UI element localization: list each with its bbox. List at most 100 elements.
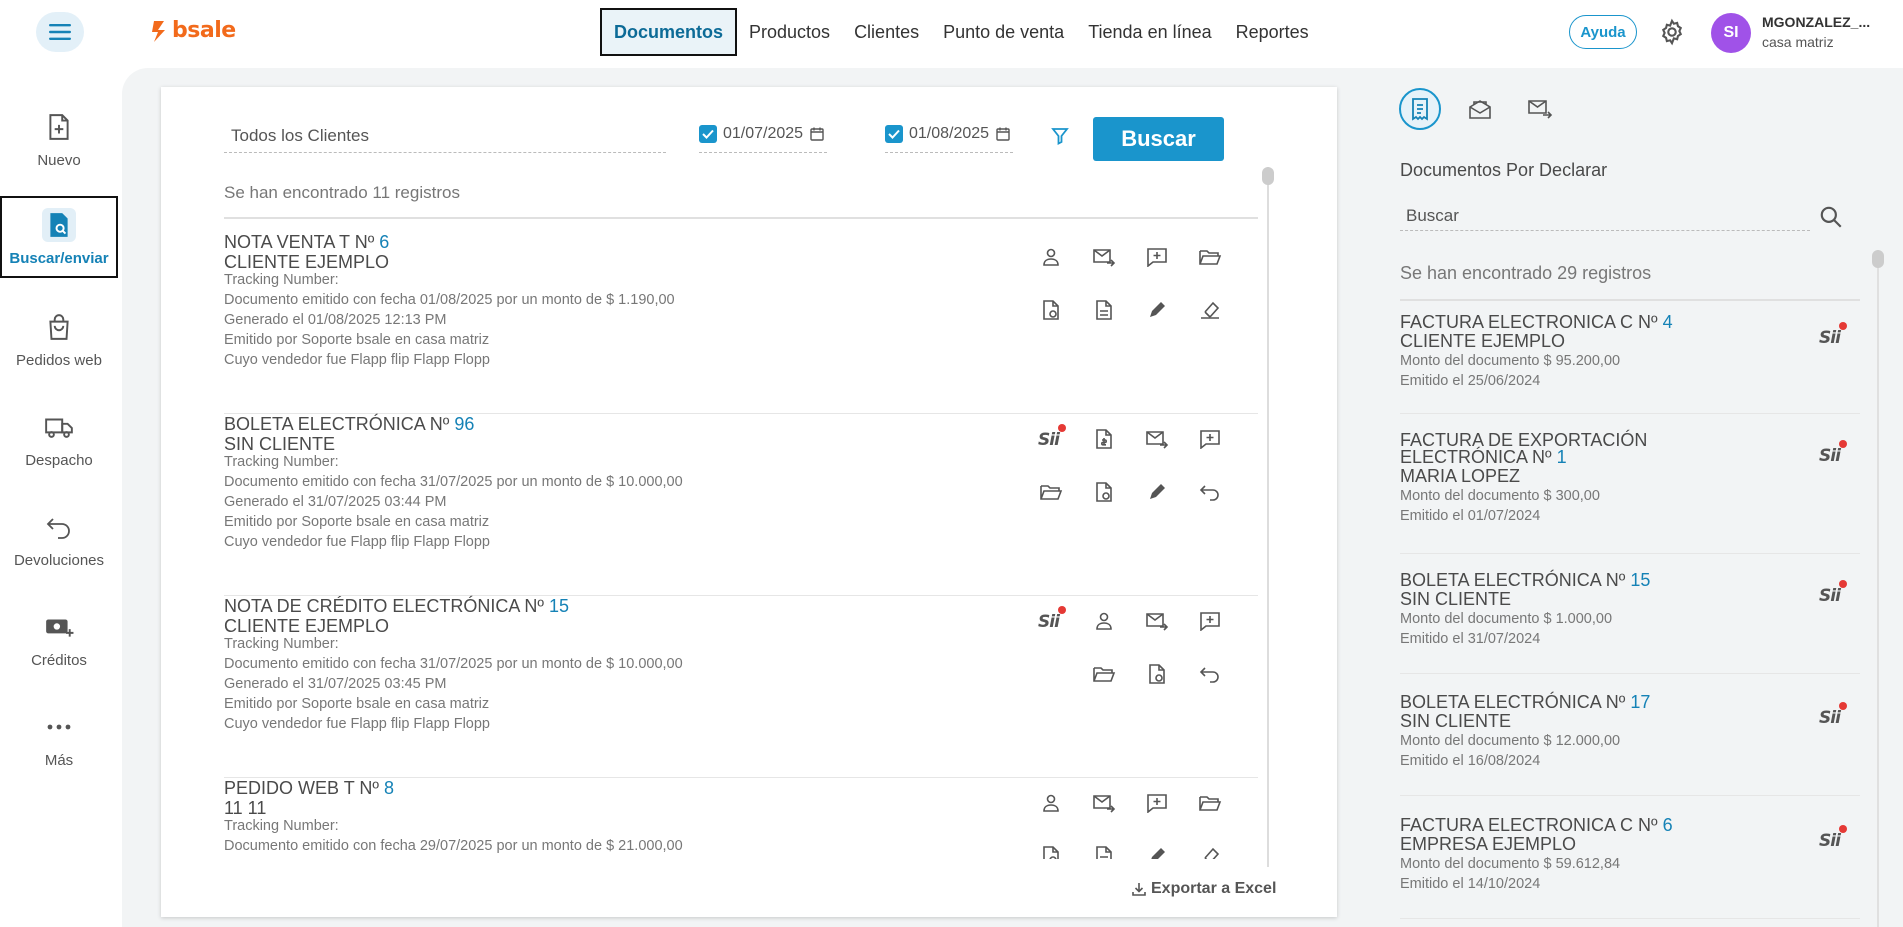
folder-open-icon — [1199, 796, 1222, 811]
open-folder-action[interactable] — [1087, 657, 1121, 691]
client-action[interactable] — [1034, 786, 1068, 820]
right-panel-scrollbar-track[interactable] — [1877, 250, 1879, 927]
sidebar-item-nuevo[interactable]: Nuevo — [0, 98, 118, 180]
document-row[interactable]: NOTA DE CRÉDITO ELECTRÓNICA Nº 15 CLIENT… — [224, 596, 1258, 778]
item-date: Emitido el 01/07/2024 — [1400, 508, 1541, 524]
sidebar-item-label: Pedidos web — [16, 351, 102, 369]
sii-status-action[interactable]: Sii — [1815, 823, 1849, 853]
documents-to-declare-list[interactable]: FACTURA ELECTRONICA C Nº 4 CLIENTE EJEMP… — [1400, 304, 1860, 927]
add-note-action[interactable] — [1193, 604, 1227, 638]
sii-status-action[interactable]: Sii — [1815, 700, 1849, 730]
tab-mail-inbox[interactable] — [1459, 88, 1501, 130]
add-note-action[interactable] — [1193, 422, 1227, 456]
document-client: CLIENTE EJEMPLO — [224, 616, 390, 636]
list-scrollbar-thumb[interactable] — [1262, 167, 1274, 185]
nav-punto-de-venta[interactable]: Punto de venta — [931, 8, 1076, 56]
sidebar-item-creditos[interactable]: Créditos — [0, 598, 118, 680]
sidebar-item-pedidos-web[interactable]: Pedidos web — [0, 298, 118, 380]
document-row[interactable]: NOTA VENTA T Nº 6 CLIENTE EJEMPLO Tracki… — [224, 232, 1258, 414]
sidebar-item-devoluciones[interactable]: Devoluciones — [0, 498, 118, 580]
nav-documentos[interactable]: Documentos — [600, 8, 738, 56]
item-amount: Monto del documento $ 59.612,84 — [1400, 856, 1621, 872]
nav-clientes[interactable]: Clientes — [842, 8, 931, 56]
nav-reportes[interactable]: Reportes — [1224, 8, 1321, 56]
sidebar-item-label: Más — [44, 751, 74, 769]
list-item[interactable]: FACTURA ELECTRONICA C Nº 6 EMPRESA EJEMP… — [1400, 816, 1860, 919]
avatar[interactable]: SI — [1711, 13, 1751, 53]
send-email-action[interactable] — [1140, 422, 1174, 456]
list-item[interactable]: FACTURA ELECTRONICA C Nº 4 CLIENTE EJEMP… — [1400, 313, 1860, 414]
list-scrollbar-track[interactable] — [1267, 167, 1269, 867]
client-action[interactable] — [1034, 240, 1068, 274]
document-row[interactable]: BOLETA ELECTRÓNICA Nº 96 SIN CLIENTE Tra… — [224, 414, 1258, 596]
view-document-action[interactable] — [1087, 839, 1121, 859]
filter-button[interactable] — [1051, 127, 1069, 145]
document-title: NOTA VENTA T Nº 6 — [224, 232, 390, 252]
bsale-logo[interactable]: bsale — [150, 18, 236, 43]
item-amount: Monto del documento $ 300,00 — [1400, 488, 1600, 504]
sii-status-action[interactable]: Sii — [1815, 578, 1849, 608]
document-title: NOTA DE CRÉDITO ELECTRÓNICA Nº 15 — [224, 596, 570, 616]
user-icon — [1043, 248, 1059, 266]
send-email-action[interactable] — [1140, 604, 1174, 638]
sii-status-action[interactable]: Sii — [1815, 320, 1849, 350]
date-to-field[interactable]: 01/08/2025 — [885, 117, 1013, 153]
open-folder-action[interactable] — [1193, 786, 1227, 820]
date-from-field[interactable]: 01/07/2025 — [699, 117, 827, 153]
open-mail-icon — [1469, 100, 1491, 119]
date-from-checkbox[interactable] — [699, 124, 717, 143]
file-link-action[interactable] — [1087, 475, 1121, 509]
help-button[interactable]: Ayuda — [1569, 15, 1637, 49]
list-item[interactable]: BOLETA ELECTRÓNICA Nº 17 SIN CLIENTE Mon… — [1400, 693, 1860, 796]
top-bar: bsale Documentos Productos Clientes Punt… — [0, 0, 1903, 64]
return-action[interactable] — [1193, 475, 1227, 509]
file-money-action[interactable] — [1087, 422, 1121, 456]
hamburger-menu-button[interactable] — [36, 12, 84, 52]
item-amount: Monto del documento $ 12.000,00 — [1400, 733, 1621, 749]
sidebar-item-despacho[interactable]: Despacho — [0, 398, 118, 480]
stamp-action[interactable] — [1193, 293, 1227, 327]
send-email-action[interactable] — [1087, 240, 1121, 274]
sidebar-item-mas[interactable]: Más — [0, 698, 118, 780]
file-link-action[interactable] — [1034, 839, 1068, 859]
client-action[interactable] — [1087, 604, 1121, 638]
tab-mail-sent[interactable] — [1519, 88, 1561, 130]
settings-button[interactable] — [1658, 18, 1686, 46]
client-select[interactable]: Todos los Clientes — [224, 117, 666, 153]
return-action[interactable] — [1193, 657, 1227, 691]
nav-productos[interactable]: Productos — [737, 8, 842, 56]
list-item[interactable]: BOLETA ELECTRÓNICA Nº 15 SIN CLIENTE Mon… — [1400, 571, 1860, 674]
sii-status-action[interactable]: Sii — [1034, 604, 1068, 634]
edit-action[interactable] — [1140, 475, 1174, 509]
add-note-action[interactable] — [1140, 786, 1174, 820]
sidebar-item-buscar-enviar[interactable]: Buscar/enviar — [0, 196, 118, 278]
open-folder-action[interactable] — [1193, 240, 1227, 274]
document-list[interactable]: NOTA VENTA T Nº 6 CLIENTE EJEMPLO Tracki… — [224, 232, 1258, 859]
sii-status-action[interactable]: Sii — [1034, 422, 1068, 452]
file-link-action[interactable] — [1034, 293, 1068, 327]
mail-send-icon — [1528, 100, 1553, 119]
sii-status-action[interactable]: Sii — [1815, 438, 1849, 468]
tab-documents-to-declare[interactable] — [1399, 88, 1441, 130]
stamp-action[interactable] — [1193, 839, 1227, 859]
add-note-action[interactable] — [1140, 240, 1174, 274]
date-to-checkbox[interactable] — [885, 124, 903, 143]
file-text-icon — [1096, 300, 1112, 320]
right-panel-search-button[interactable] — [1818, 204, 1844, 230]
search-button[interactable]: Buscar — [1093, 117, 1224, 161]
user-icon — [1096, 612, 1112, 630]
edit-action[interactable] — [1140, 839, 1174, 859]
right-panel-scrollbar-thumb[interactable] — [1872, 250, 1884, 268]
user-name[interactable]: MGONZALEZ_... — [1762, 14, 1882, 30]
open-folder-action[interactable] — [1034, 475, 1068, 509]
document-tracking: Tracking Number: — [224, 818, 339, 834]
list-item[interactable]: FACTURA DE EXPORTACIÓN ELECTRÓNICA Nº 1 … — [1400, 431, 1860, 554]
nav-tienda-en-linea[interactable]: Tienda en línea — [1076, 8, 1223, 56]
view-document-action[interactable] — [1087, 293, 1121, 327]
send-email-action[interactable] — [1087, 786, 1121, 820]
edit-action[interactable] — [1140, 293, 1174, 327]
export-excel-button[interactable]: Exportar a Excel — [1131, 880, 1276, 898]
right-panel-search-input[interactable]: Buscar — [1400, 201, 1810, 231]
file-link-action[interactable] — [1140, 657, 1174, 691]
document-row[interactable]: PEDIDO WEB T Nº 8 11 11 Tracking Number:… — [224, 778, 1258, 859]
